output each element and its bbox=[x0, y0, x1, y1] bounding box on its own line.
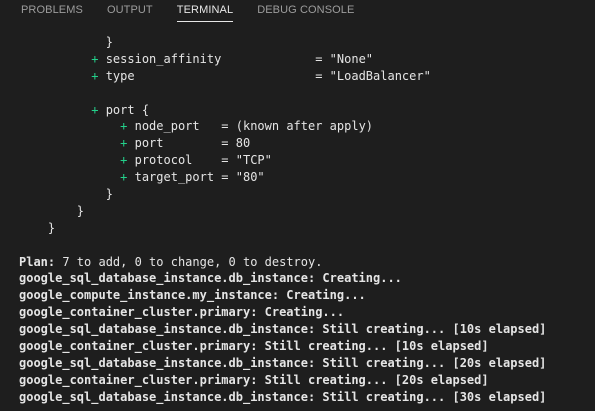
panel-tab-bar: PROBLEMS OUTPUT TERMINAL DEBUG CONSOLE bbox=[0, 0, 595, 28]
terminal-line-text: google_sql_database_instance.db_instance… bbox=[19, 271, 402, 286]
terminal-line-text: google_container_cluster.primary: Creati… bbox=[19, 305, 345, 320]
terminal-line: + port { bbox=[19, 102, 595, 119]
diff-add-marker: + bbox=[120, 119, 135, 134]
terminal-line: + port = 80 bbox=[19, 135, 595, 152]
terminal-line: google_sql_database_instance.db_instance… bbox=[19, 270, 595, 287]
plan-summary: 7 to add, 0 to change, 0 to destroy. bbox=[55, 254, 323, 269]
terminal-line-text: node_port = (known after apply) bbox=[134, 119, 374, 134]
terminal-line: + target_port = "80" bbox=[19, 169, 595, 186]
terminal-line: google_container_cluster.primary: Creati… bbox=[19, 304, 595, 321]
terminal-line: google_container_cluster.primary: Still … bbox=[19, 338, 595, 355]
diff-add-marker: + bbox=[91, 51, 106, 66]
diff-add-marker: + bbox=[91, 68, 106, 83]
terminal-line-text: protocol = "TCP" bbox=[134, 153, 272, 168]
terminal-line-text: port { bbox=[105, 102, 150, 117]
terminal-line-text: type = "LoadBalancer" bbox=[105, 68, 431, 83]
terminal-line: google_compute_instance.my_instance: Cre… bbox=[19, 287, 595, 304]
terminal-panel: PROBLEMS OUTPUT TERMINAL DEBUG CONSOLE }… bbox=[0, 0, 595, 411]
terminal-line-text: session_affinity = "None" bbox=[105, 51, 374, 66]
terminal-line-text: google_container_cluster.primary: Still … bbox=[19, 339, 489, 354]
terminal-line-text: google_compute_instance.my_instance: Cre… bbox=[19, 288, 366, 303]
tab-problems[interactable]: PROBLEMS bbox=[21, 4, 83, 21]
terminal-line-text: } bbox=[19, 220, 56, 235]
terminal-line-text: } bbox=[19, 187, 113, 202]
terminal-line-text: target_port = "80" bbox=[134, 170, 265, 185]
diff-add-marker: + bbox=[120, 136, 135, 151]
terminal-line-text: } bbox=[19, 203, 85, 218]
diff-add-marker: + bbox=[120, 153, 135, 168]
terminal-line: } bbox=[19, 34, 595, 51]
terminal-line: + type = "LoadBalancer" bbox=[19, 68, 595, 85]
terminal-line-text: port = 80 bbox=[134, 136, 251, 151]
tab-terminal[interactable]: TERMINAL bbox=[176, 4, 234, 22]
terminal-line-text: google_sql_database_instance.db_instance… bbox=[19, 355, 547, 370]
terminal-line: google_container_cluster.primary: Still … bbox=[19, 372, 595, 389]
terminal-line: google_sql_database_instance.db_instance… bbox=[19, 321, 595, 338]
terminal-line-text: google_sql_database_instance.db_instance… bbox=[19, 322, 547, 337]
terminal-line: } bbox=[19, 203, 595, 220]
terminal-line: google_sql_database_instance.db_instance… bbox=[19, 355, 595, 372]
plan-label: Plan: bbox=[19, 254, 56, 269]
terminal-line-text: google_container_cluster.primary: Still … bbox=[19, 372, 489, 387]
terminal-line: + protocol = "TCP" bbox=[19, 152, 595, 169]
terminal-output[interactable]: } + session_affinity = "None" + type = "… bbox=[19, 34, 595, 406]
terminal-line: + session_affinity = "None" bbox=[19, 51, 595, 68]
terminal-line: + node_port = (known after apply) bbox=[19, 118, 595, 135]
terminal-line: google_sql_database_instance.db_instance… bbox=[19, 389, 595, 406]
tab-output[interactable]: OUTPUT bbox=[107, 4, 153, 21]
tab-debug-console[interactable]: DEBUG CONSOLE bbox=[257, 4, 354, 21]
terminal-line-text: } bbox=[19, 35, 113, 49]
terminal-line-text: google_sql_database_instance.db_instance… bbox=[19, 389, 547, 404]
terminal-line: Plan: 7 to add, 0 to change, 0 to destro… bbox=[19, 254, 595, 271]
terminal-line: } bbox=[19, 186, 595, 203]
terminal-line: } bbox=[19, 220, 595, 237]
diff-add-marker: + bbox=[120, 170, 135, 185]
diff-add-marker: + bbox=[91, 102, 106, 117]
